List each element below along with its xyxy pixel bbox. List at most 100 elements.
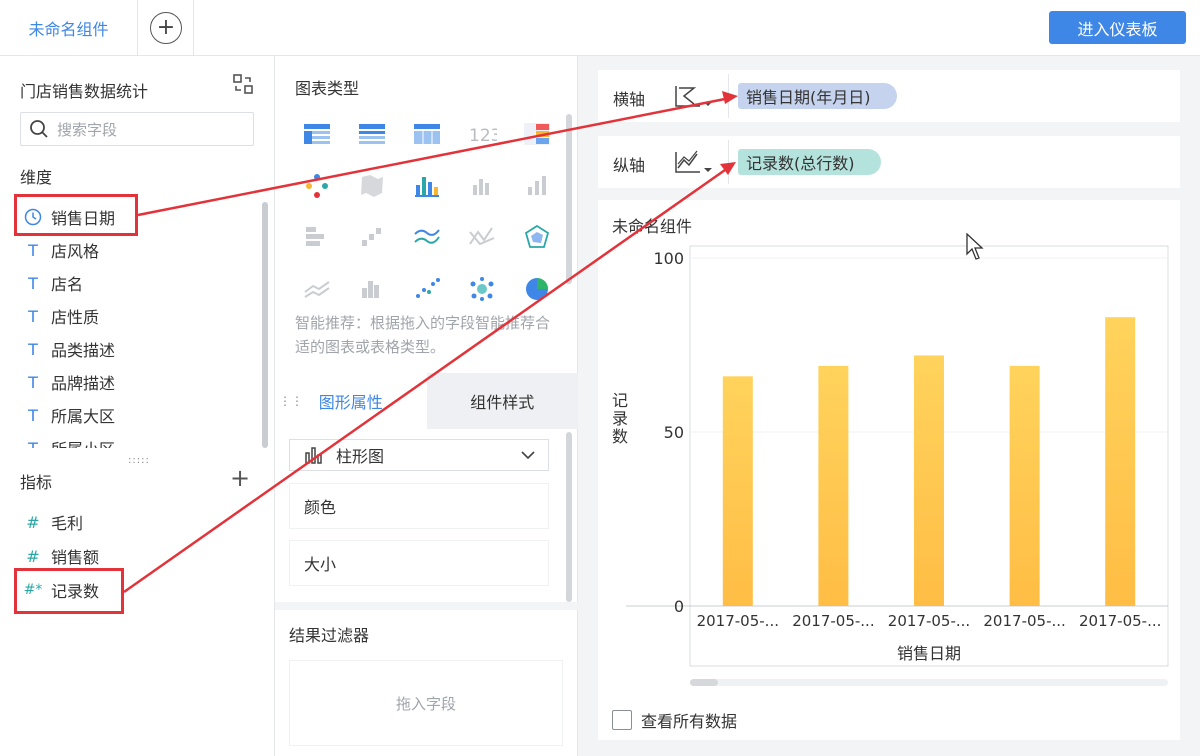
property-scrollbar[interactable]	[566, 432, 572, 602]
dimension-label: 店名	[51, 275, 84, 294]
chart-type-select[interactable]: 柱形图	[289, 439, 549, 471]
multi-line-icon[interactable]	[300, 274, 334, 304]
dimension-label: 店性质	[51, 308, 100, 327]
dimension-scrollbar[interactable]	[262, 202, 268, 448]
waterfall-icon[interactable]	[355, 222, 389, 252]
bar[interactable]	[914, 355, 944, 606]
chart-type-scrollbar[interactable]	[566, 114, 572, 284]
x-tick-label: 2017-05-...	[983, 612, 1065, 630]
area-line-icon[interactable]	[465, 222, 499, 252]
dot-matrix-icon[interactable]	[300, 171, 334, 201]
add-metric-button[interactable]: +	[230, 466, 250, 490]
chart-type-select-value: 柱形图	[336, 447, 385, 466]
histogram-icon[interactable]	[355, 274, 389, 304]
dimension-label: 所属大区	[51, 407, 116, 426]
cross-table-icon[interactable]	[410, 119, 444, 149]
bubble-icon[interactable]	[465, 274, 499, 304]
y-tick-label: 100	[653, 249, 684, 268]
tab-unnamed-component-label: 未命名组件	[28, 20, 109, 39]
dimension-item[interactable]: T 店性质	[24, 304, 99, 328]
x-tick-label: 2017-05-...	[792, 612, 874, 630]
x-axis-row: 横轴 销售日期(年月日)	[598, 70, 1180, 122]
tab-unnamed-component[interactable]: 未命名组件	[0, 0, 138, 56]
bar[interactable]	[818, 365, 849, 606]
stacked-horizontal-bar-icon[interactable]	[300, 222, 334, 252]
metric-item-gross-profit[interactable]: # 毛利	[24, 510, 83, 534]
y-axis-field-label: 记录数(总行数)	[746, 154, 855, 173]
size-property-label: 大小	[304, 555, 337, 574]
search-placeholder: 搜索字段	[57, 120, 118, 139]
size-property-row[interactable]: 大小	[289, 540, 549, 586]
dimension-label: 品类描述	[51, 341, 116, 360]
dimension-item[interactable]: T 店名	[24, 271, 83, 295]
hash-icon: #	[26, 512, 40, 532]
y-tick-label: 0	[674, 597, 684, 616]
bar[interactable]	[722, 376, 753, 606]
color-property-label: 颜色	[304, 498, 337, 517]
color-property-row[interactable]: 颜色	[289, 483, 549, 529]
dimension-item[interactable]: T 所属小区	[24, 436, 115, 449]
kpi-number-icon[interactable]: 123	[465, 119, 499, 149]
grouped-table-icon[interactable]	[355, 119, 389, 149]
line-chart-icon[interactable]	[410, 222, 444, 252]
dimension-item[interactable]: T 所属大区	[24, 403, 115, 427]
highlight-box-sales-date	[14, 194, 138, 236]
bar-chart-icon[interactable]	[520, 171, 554, 201]
show-all-data-checkbox[interactable]	[612, 710, 632, 730]
color-bar-icon[interactable]	[410, 171, 444, 201]
axis-separator	[728, 140, 729, 184]
scrollbar-thumb[interactable]	[690, 679, 718, 686]
dimension-item[interactable]: T 店风格	[24, 238, 99, 262]
y-axis-type-icon[interactable]	[672, 148, 714, 176]
y-axis-label: 纵轴	[613, 156, 646, 175]
add-tab-button[interactable]: +	[139, 0, 194, 56]
color-kpi-icon[interactable]	[520, 119, 554, 149]
dimension-label: 店风格	[51, 242, 100, 261]
panel-resize-handle[interactable]: :::::	[128, 455, 150, 466]
metric-label: 毛利	[51, 514, 84, 533]
chart-preview-panel: 横轴 销售日期(年月日) 纵轴 记录数(总行数) 未命名组件 0 50 100 …	[578, 56, 1200, 756]
show-all-data-toggle[interactable]: 查看所有数据	[612, 708, 737, 732]
switch-dataset-icon[interactable]	[232, 73, 254, 95]
grouped-bar-icon[interactable]	[465, 171, 499, 201]
mouse-cursor-icon	[966, 233, 984, 260]
property-tabs: 图形属性 组件样式	[275, 373, 578, 429]
tab-component-style[interactable]: 组件样式	[426, 373, 578, 429]
map-icon[interactable]	[355, 171, 389, 201]
text-t-icon: T	[28, 405, 38, 425]
pie-chart-icon[interactable]	[520, 274, 554, 304]
dataset-title: 门店销售数据统计	[20, 82, 149, 101]
hash-icon: #	[26, 546, 40, 566]
drag-handle-icon[interactable]: ⋮⋮	[279, 394, 303, 408]
chart-types-label: 图表类型	[295, 79, 360, 98]
dimension-label: 所属小区	[51, 436, 115, 448]
chart-horizontal-scrollbar[interactable]	[690, 679, 1168, 686]
search-icon	[30, 120, 48, 138]
bar[interactable]	[1009, 365, 1040, 606]
dimension-item[interactable]: T 品牌描述	[24, 370, 115, 394]
text-t-icon: T	[28, 306, 38, 326]
bar[interactable]	[1105, 317, 1136, 606]
field-search-input[interactable]: 搜索字段	[20, 112, 254, 146]
x-axis-type-icon[interactable]	[672, 82, 714, 110]
show-all-data-label: 查看所有数据	[641, 712, 738, 731]
svg-text:123: 123	[469, 126, 497, 146]
dimensions-label: 维度	[20, 168, 53, 187]
dimension-item[interactable]: T 品类描述	[24, 337, 115, 361]
filter-drop-zone[interactable]: 拖入字段	[289, 660, 563, 746]
enter-dashboard-button[interactable]: 进入仪表板	[1049, 11, 1186, 44]
text-t-icon: T	[28, 438, 38, 449]
table-icon[interactable]	[300, 119, 334, 149]
scatter-icon[interactable]	[410, 274, 444, 304]
y-tick-label: 50	[664, 423, 684, 442]
y-axis-field-pill[interactable]: 记录数(总行数)	[738, 149, 881, 175]
chevron-down-icon	[521, 451, 535, 460]
filter-drop-placeholder: 拖入字段	[395, 694, 456, 713]
x-axis-field-pill[interactable]: 销售日期(年月日)	[738, 83, 897, 109]
radar-chart-icon[interactable]	[520, 222, 554, 252]
highlight-box-record-count	[14, 568, 124, 614]
metric-item-sales[interactable]: # 销售额	[24, 544, 99, 568]
plus-icon: +	[150, 12, 182, 44]
text-t-icon: T	[28, 372, 38, 392]
chart-config-panel: 图表类型 123 智能推荐：根据拖入的字段智能推荐合适的图表或表格类型。 图形属…	[275, 56, 578, 756]
